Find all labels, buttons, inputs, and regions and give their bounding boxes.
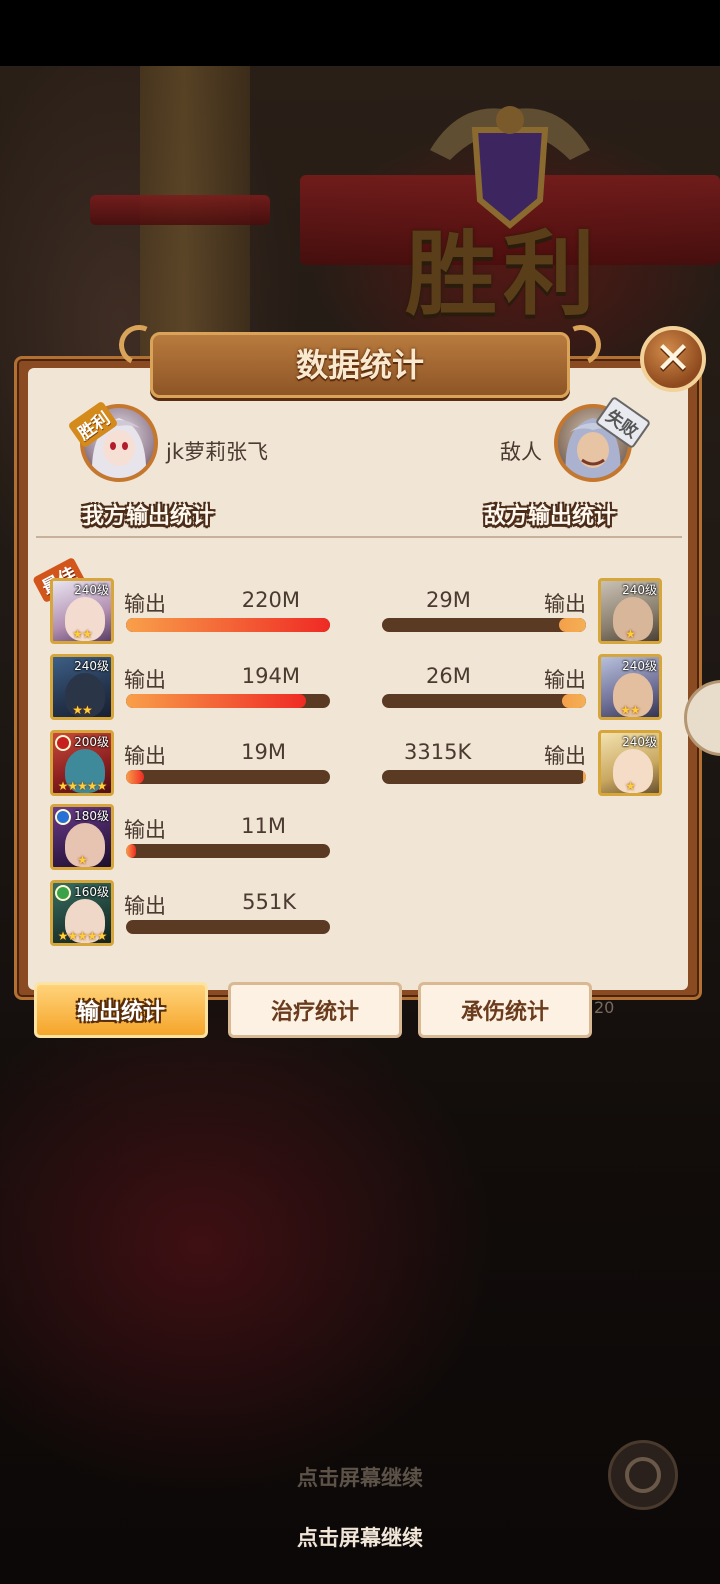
panel-title-plaque: 数据统计 bbox=[113, 319, 607, 398]
damage-bar-fill bbox=[126, 694, 306, 708]
damage-bar bbox=[126, 844, 330, 858]
damage-bar-fill bbox=[126, 770, 145, 784]
damage-value: 194M bbox=[241, 664, 300, 688]
damage-bar bbox=[382, 618, 586, 632]
status-bar bbox=[0, 0, 720, 66]
ally-hero-portrait[interactable]: 160级 ★★★★★ bbox=[50, 880, 114, 946]
damage-bar-fill bbox=[561, 694, 586, 708]
wind-element-icon bbox=[55, 885, 71, 901]
close-button[interactable]: ✕ bbox=[640, 326, 706, 392]
damage-value: 551K bbox=[242, 890, 296, 914]
ally-player-name: jk萝莉张飞 bbox=[166, 440, 268, 464]
ally-hero-portrait[interactable]: 240级 ★★ bbox=[50, 654, 114, 720]
ally-hero-portrait[interactable]: 240级 ★★ bbox=[50, 578, 114, 644]
victory-title: 胜利 bbox=[405, 220, 602, 328]
enemy-player-name: 敌人 bbox=[500, 440, 542, 464]
damage-value: 11M bbox=[241, 814, 286, 838]
damage-value: 29M bbox=[426, 588, 471, 612]
close-icon: ✕ bbox=[654, 333, 692, 384]
damage-label: 输出 bbox=[544, 592, 586, 616]
damage-bar-fill bbox=[559, 618, 586, 632]
enemy-hero-portrait[interactable]: 240级 ★★ bbox=[598, 654, 662, 720]
water-element-icon bbox=[55, 809, 71, 825]
enemy-hero-portrait[interactable]: 240级 ★ bbox=[598, 578, 662, 644]
tab-damage-stats[interactable]: 输出统计 bbox=[34, 982, 208, 1038]
damage-label: 输出 bbox=[124, 894, 166, 918]
round-counter: 20 bbox=[594, 998, 615, 1017]
damage-bar bbox=[126, 618, 330, 632]
stats-button[interactable] bbox=[608, 1440, 678, 1510]
damage-label: 输出 bbox=[124, 592, 166, 616]
enemy-hero-portrait[interactable]: 240级 ★ bbox=[598, 730, 662, 796]
damage-value: 220M bbox=[241, 588, 300, 612]
damage-bar-fill bbox=[126, 844, 137, 858]
damage-label: 输出 bbox=[544, 744, 586, 768]
fire-element-icon bbox=[55, 735, 71, 751]
background-banner bbox=[90, 195, 270, 225]
damage-bar-fill bbox=[126, 618, 330, 632]
damage-value: 26M bbox=[426, 664, 471, 688]
damage-bar bbox=[126, 694, 330, 708]
damage-bar bbox=[382, 694, 586, 708]
ally-hero-portrait[interactable]: 200级 ★★★★★ bbox=[50, 730, 114, 796]
header-divider bbox=[36, 536, 682, 538]
continue-hint[interactable]: 点击屏幕继续 bbox=[0, 1522, 720, 1552]
damage-bar bbox=[126, 920, 330, 934]
damage-label: 输出 bbox=[124, 668, 166, 692]
damage-value: 3315K bbox=[404, 740, 472, 764]
ally-hero-portrait[interactable]: 180级 ★ bbox=[50, 804, 114, 870]
damage-bar bbox=[126, 770, 330, 784]
tab-healing-stats[interactable]: 治疗统计 bbox=[228, 982, 402, 1038]
panel-title: 数据统计 bbox=[295, 346, 424, 384]
pie-chart-icon bbox=[625, 1457, 661, 1493]
damage-bar bbox=[382, 770, 586, 784]
damage-label: 输出 bbox=[124, 818, 166, 842]
enemy-section-title: 敌方输出统计 bbox=[484, 504, 617, 529]
damage-value: 19M bbox=[241, 740, 286, 764]
tab-damage-taken-stats[interactable]: 承伤统计 bbox=[418, 982, 592, 1038]
damage-label: 输出 bbox=[544, 668, 586, 692]
damage-bar-fill bbox=[582, 770, 586, 784]
ally-section-title: 我方输出统计 bbox=[82, 504, 215, 529]
damage-label: 输出 bbox=[124, 744, 166, 768]
